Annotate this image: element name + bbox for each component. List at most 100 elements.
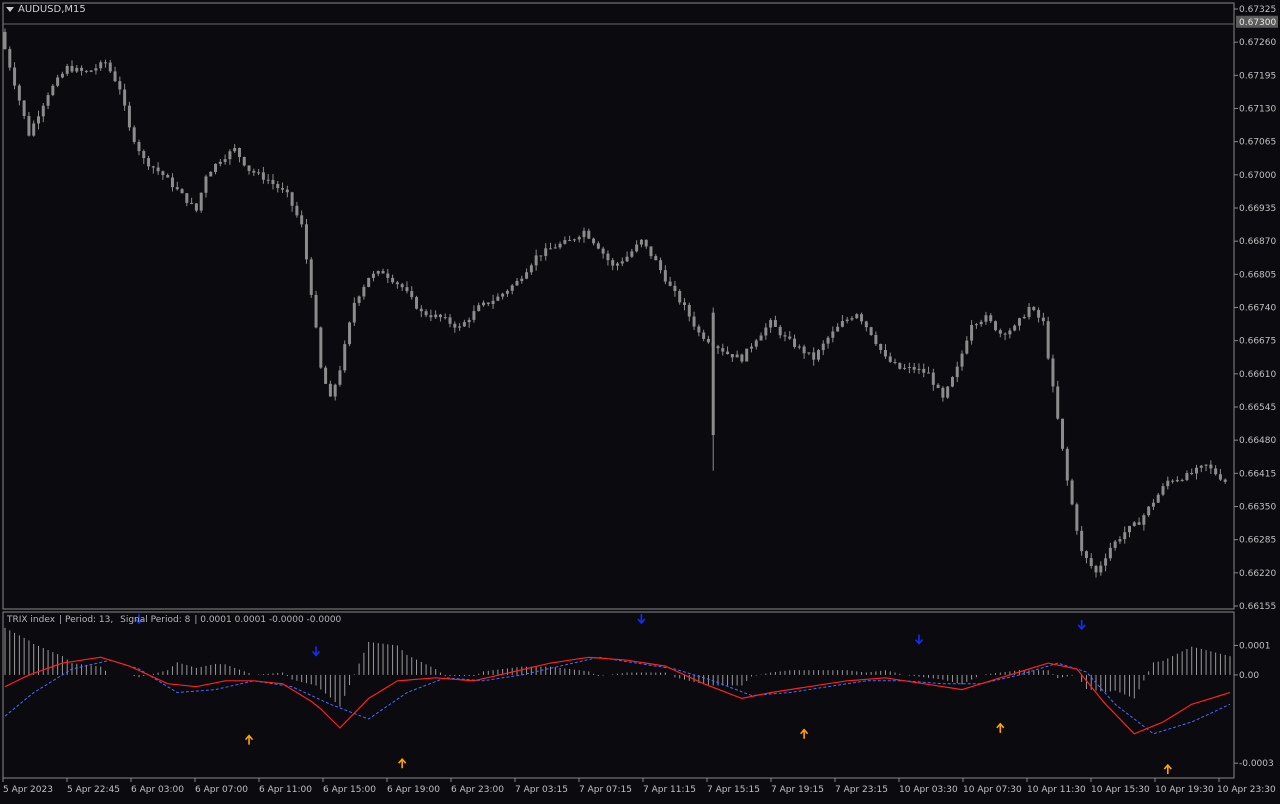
candle-body	[730, 354, 734, 358]
candle-body	[51, 85, 55, 96]
candle-body	[793, 338, 797, 347]
candle-body	[252, 170, 256, 173]
candle-body	[1013, 325, 1017, 331]
candle-body	[1051, 358, 1055, 387]
candle-body	[170, 177, 174, 188]
candle-body	[611, 260, 615, 266]
candle-body	[883, 349, 887, 357]
candle-body	[8, 49, 12, 68]
candle-body	[989, 315, 993, 322]
candle-body	[721, 348, 725, 352]
price-tick-label: 0.67195	[1239, 71, 1276, 81]
candle-body	[845, 319, 849, 322]
candle-body	[525, 272, 529, 279]
candle-body	[405, 287, 409, 292]
chart-canvas[interactable]: 0.67325 0.67260 0.67195 0.67130 0.67065 0.670…	[0, 0, 1280, 800]
indicator-frame	[2, 611, 1235, 779]
candle-body	[946, 386, 950, 398]
candle-body	[242, 156, 246, 166]
candle-body	[601, 248, 605, 254]
candle-body	[415, 297, 419, 309]
candle-body	[46, 95, 50, 106]
candle-body	[233, 147, 237, 152]
candle-body	[663, 270, 667, 282]
symbol-selector[interactable]: AUDUSD,M15	[6, 4, 86, 15]
price-tick-label: 0.66805	[1239, 270, 1276, 280]
candle-body	[1037, 310, 1041, 318]
candle-body	[434, 314, 438, 318]
candle-body	[376, 271, 380, 274]
candle-body	[965, 340, 969, 354]
indicator-tick-label: -0.0003	[1239, 759, 1274, 769]
candle-body	[338, 370, 342, 385]
candle-body	[668, 281, 672, 286]
candle-body	[1195, 467, 1199, 474]
candle-body	[797, 346, 801, 348]
candle-body	[1056, 386, 1060, 419]
indicator-label: TRIX index | Period: 13, Signal Period: 8…	[7, 615, 342, 625]
candle-body	[70, 66, 74, 72]
candle-body	[94, 68, 98, 71]
candle-body	[304, 224, 308, 260]
candle-body	[333, 384, 337, 397]
candle-body	[692, 316, 696, 327]
candle-body	[659, 260, 663, 271]
candle-body	[99, 62, 103, 69]
candle-body	[1008, 330, 1012, 335]
candle-body	[596, 243, 600, 249]
candle-body	[821, 343, 825, 351]
candle-body	[281, 188, 285, 190]
price-tick-label: 0.66350	[1239, 503, 1276, 513]
candle-body	[702, 332, 706, 339]
candle-body	[625, 256, 629, 262]
candle-body	[855, 314, 859, 319]
candle-body	[563, 240, 567, 244]
indicator-period: Period: 13,	[64, 615, 114, 625]
time-tick-label: 6 Apr 23:00	[451, 785, 504, 795]
candle-body	[324, 367, 328, 384]
time-tick-label: 10 Apr 11:30	[1027, 785, 1086, 795]
candle-body	[955, 366, 959, 378]
candle-body	[467, 319, 471, 323]
candle-body	[1032, 307, 1036, 311]
candle-body	[673, 285, 677, 292]
candle-body	[534, 255, 538, 266]
candle-body	[367, 277, 371, 287]
candle-body	[749, 346, 753, 349]
candle-body	[453, 323, 457, 328]
candle-body	[36, 116, 40, 124]
candle-body	[620, 261, 624, 264]
candle-body	[22, 100, 26, 117]
candle-body	[558, 243, 562, 248]
trading-chart[interactable]: 0.67325 0.67260 0.67195 0.67130 0.67065 0.670…	[0, 0, 1280, 800]
candle-body	[156, 167, 160, 172]
candle-body	[1104, 558, 1108, 566]
candle-body	[505, 290, 509, 294]
candle-body	[912, 366, 916, 370]
candle-body	[1156, 494, 1160, 503]
candle-body	[386, 273, 390, 278]
indicator-tick-label: 0.0001	[1239, 641, 1271, 651]
candle-body	[343, 344, 347, 371]
candle-body	[32, 123, 36, 136]
candle-body	[678, 291, 682, 303]
candle-body	[147, 158, 151, 167]
candle-body	[783, 335, 787, 337]
candle-body	[726, 351, 730, 355]
time-tick-label: 7 Apr 07:15	[579, 785, 632, 795]
candle-body	[869, 327, 873, 335]
candle-body	[1147, 506, 1151, 516]
candle-body	[606, 253, 610, 261]
candle-body	[261, 172, 265, 180]
candle-body	[166, 175, 170, 178]
price-tick-label: 0.67000	[1239, 171, 1276, 181]
candle-body	[482, 302, 486, 306]
candle-body	[778, 326, 782, 336]
candle-body	[979, 321, 983, 325]
candle-body	[458, 326, 462, 328]
candle-body	[922, 368, 926, 373]
dropdown-triangle-icon[interactable]	[6, 7, 14, 12]
candle-body	[816, 350, 820, 360]
price-tick-label: 0.67065	[1239, 138, 1276, 148]
candle-body	[400, 284, 404, 288]
